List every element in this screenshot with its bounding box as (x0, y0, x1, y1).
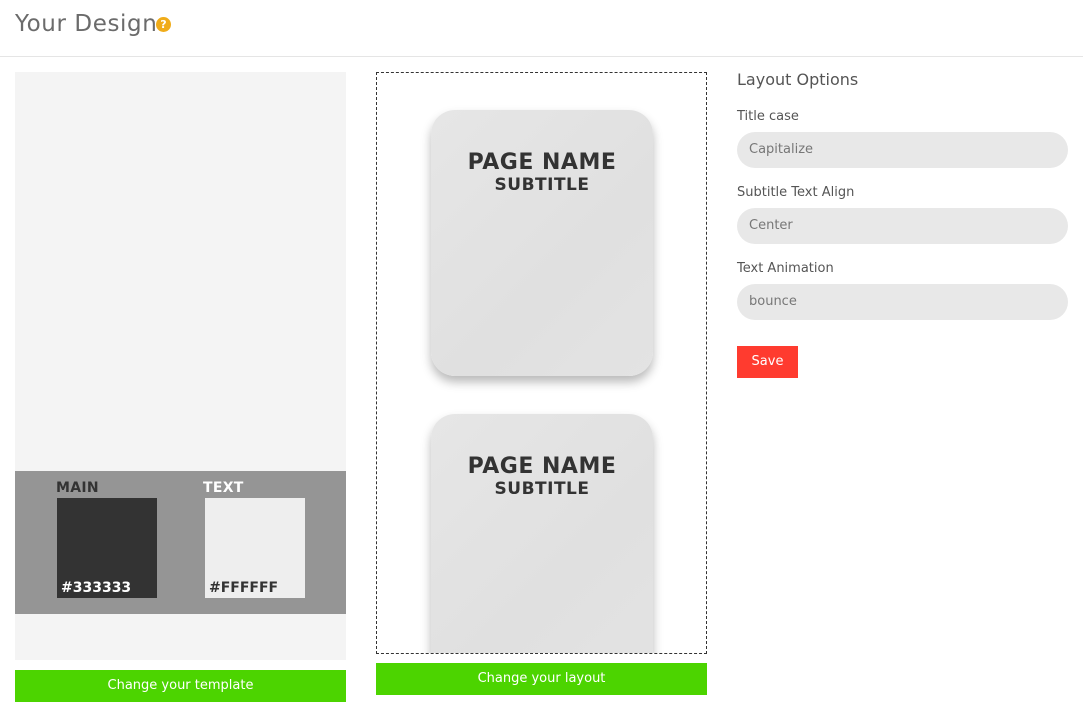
layout-card[interactable]: PAGE NAME SUBTITLE (431, 414, 653, 653)
text-animation-select[interactable]: bounce (737, 284, 1068, 320)
template-preview: MAIN #333333 TEXT #FFFFFF (15, 72, 346, 660)
page-header: Your Design ? (0, 0, 1083, 57)
subtitle-align-select[interactable]: Center (737, 208, 1068, 244)
change-template-button[interactable]: Change your template (15, 670, 346, 702)
card-subtitle: SUBTITLE (494, 175, 590, 195)
text-color-swatch: #FFFFFF (205, 498, 305, 598)
text-animation-label: Text Animation (737, 261, 834, 276)
title-case-label: Title case (737, 109, 799, 124)
subtitle-align-label: Subtitle Text Align (737, 185, 855, 200)
card-subtitle: SUBTITLE (494, 479, 590, 499)
main-color-value: #333333 (61, 580, 132, 596)
card-title: PAGE NAME (467, 454, 617, 479)
layout-card[interactable]: PAGE NAME SUBTITLE (431, 110, 653, 376)
change-layout-button[interactable]: Change your layout (376, 663, 707, 695)
main-color-swatch: #333333 (57, 498, 157, 598)
save-button[interactable]: Save (737, 346, 798, 378)
text-color-value: #FFFFFF (209, 580, 279, 596)
layout-options-panel: Layout Options Title case Capitalize Sub… (737, 68, 1068, 378)
question-circle-icon[interactable]: ? (156, 17, 171, 32)
color-palette: MAIN #333333 TEXT #FFFFFF (15, 471, 346, 614)
main-color-label: MAIN (56, 480, 99, 496)
layout-options-title: Layout Options (737, 70, 859, 89)
title-case-select[interactable]: Capitalize (737, 132, 1068, 168)
layout-preview: PAGE NAME SUBTITLE PAGE NAME SUBTITLE (376, 72, 707, 654)
text-color-label: TEXT (203, 480, 244, 496)
card-title: PAGE NAME (467, 150, 617, 175)
page-title: Your Design (15, 11, 158, 37)
